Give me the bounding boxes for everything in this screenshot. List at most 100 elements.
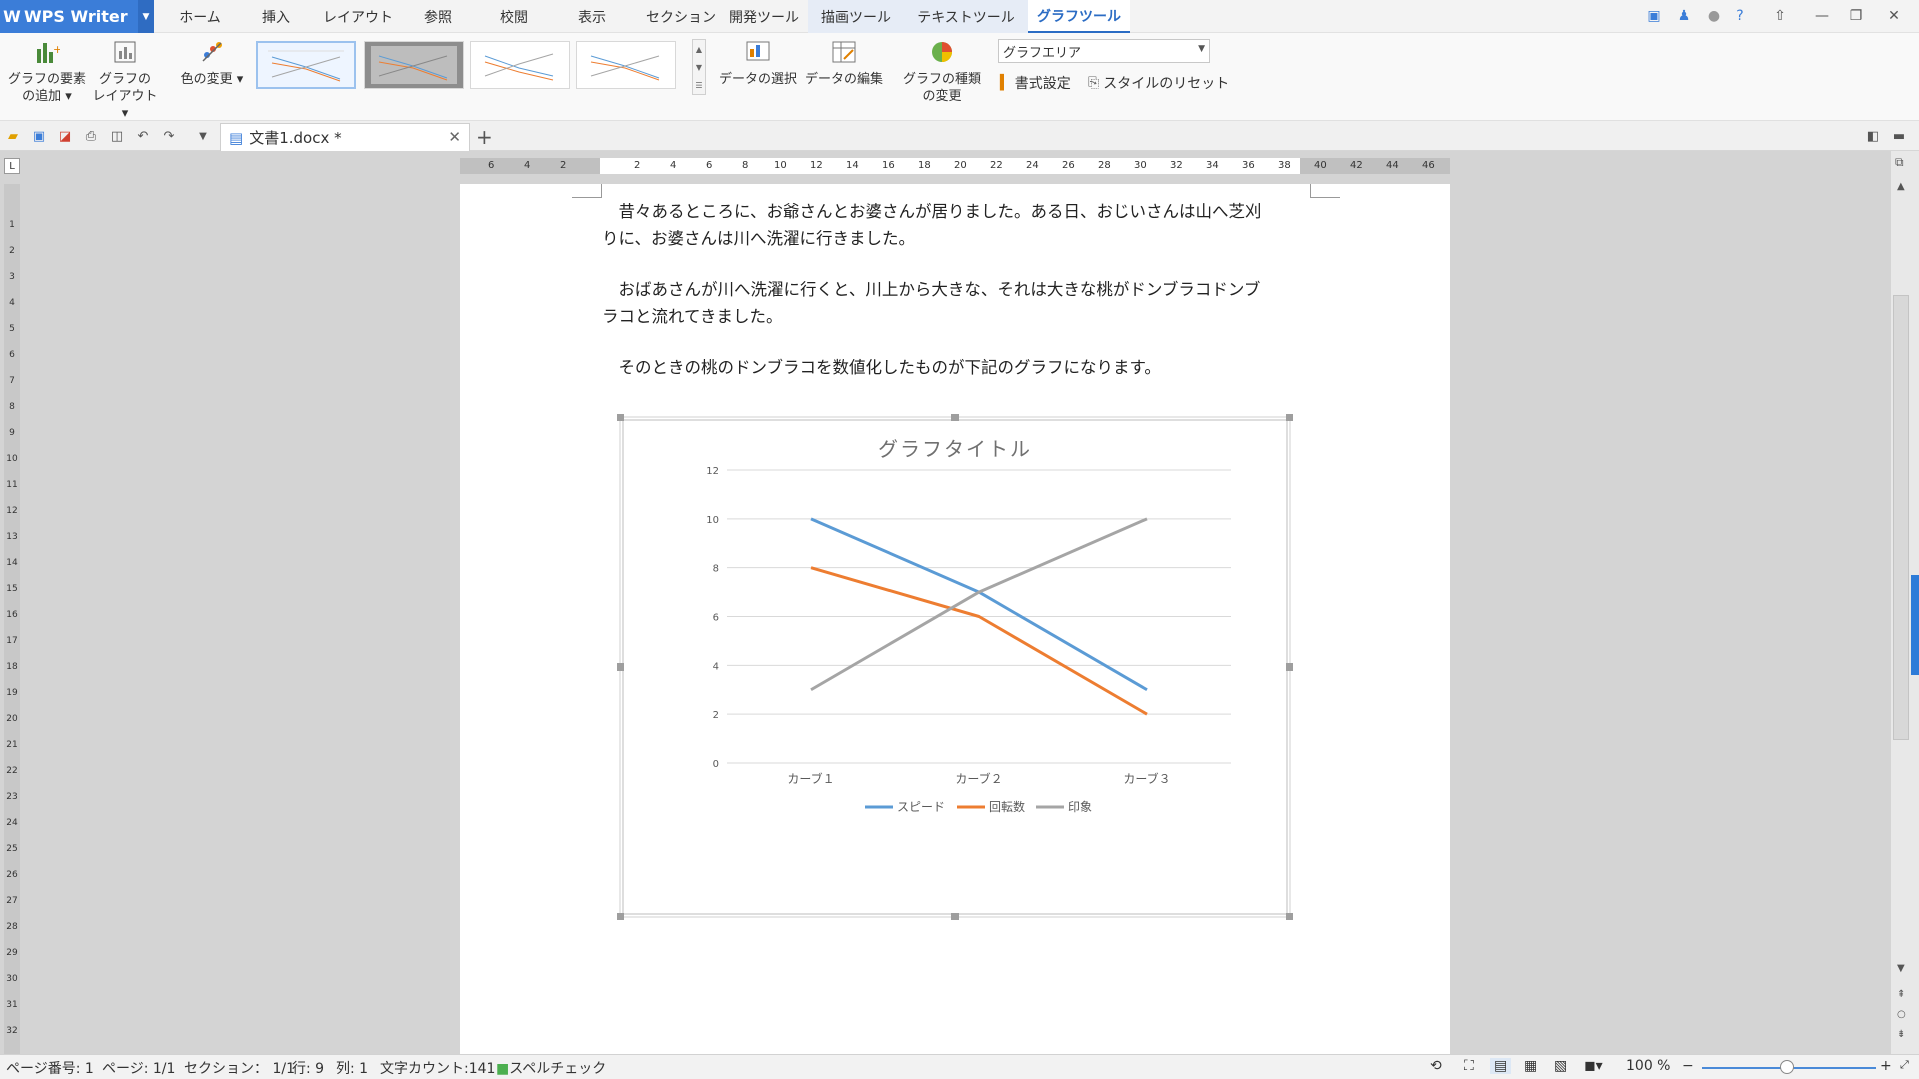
tab-text-tools[interactable]: テキストツール bbox=[904, 0, 1028, 33]
pie-chart-icon bbox=[932, 42, 952, 62]
print-icon[interactable]: ⎙ bbox=[82, 127, 100, 145]
chevron-down-icon[interactable]: ▼ bbox=[696, 63, 702, 72]
document-page[interactable]: 昔々あるところに、お爺さんとお婆さんが居りました。ある日、おじいさんは山へ芝刈 … bbox=[460, 184, 1450, 1054]
upload-icon[interactable]: ⇧ bbox=[1766, 4, 1794, 28]
tab-review[interactable]: 校閲 bbox=[484, 0, 544, 33]
eye-protect-icon[interactable]: ◼▾ bbox=[1584, 1058, 1603, 1074]
chart-title[interactable]: グラフタイトル bbox=[878, 437, 1032, 461]
chart-style-thumb-1[interactable] bbox=[256, 41, 356, 89]
y-tick-label: 8 bbox=[713, 564, 719, 575]
chart-style-thumb-2[interactable] bbox=[364, 41, 464, 89]
view-options-icon[interactable]: ⧉ bbox=[1895, 155, 1904, 170]
document-tab-bar: ▰ ▣ ◪ ⎙ ◫ ↶ ↷ ▼ ▤ 文書1.docx * ✕ + ◧ ▬ bbox=[0, 121, 1919, 151]
tab-view[interactable]: 表示 bbox=[562, 0, 622, 33]
next-page-icon[interactable]: ⇟ bbox=[1897, 1029, 1905, 1040]
side-panel-tab[interactable] bbox=[1911, 575, 1919, 675]
change-color-button[interactable]: 色の変更 ▾ bbox=[172, 39, 252, 88]
save-icon[interactable]: ▣ bbox=[30, 127, 48, 145]
status-word-count[interactable]: 文字カウント:141 bbox=[380, 1058, 495, 1078]
paragraph-2[interactable]: おばあさんが川へ洗濯に行くと、川上から大きな、それは大きな桃がドンブラコドンブ … bbox=[602, 276, 1314, 330]
tab-stop-selector[interactable]: L bbox=[4, 158, 20, 174]
print-layout-icon[interactable]: ▤ bbox=[1490, 1058, 1512, 1074]
zoom-slider-thumb[interactable] bbox=[1780, 1060, 1794, 1074]
redo-icon[interactable]: ↷ bbox=[160, 127, 178, 145]
paragraph-1[interactable]: 昔々あるところに、お爺さんとお婆さんが居りました。ある日、おじいさんは山へ芝刈 … bbox=[602, 198, 1314, 252]
customize-toolbar-icon[interactable]: ▼ bbox=[194, 127, 212, 145]
chart-layout-button[interactable]: グラフの レイアウト ▾ bbox=[88, 39, 162, 122]
zoom-out-icon[interactable]: − bbox=[1682, 1058, 1694, 1074]
tab-chart-tools[interactable]: グラフツール bbox=[1028, 0, 1130, 33]
resize-handle bbox=[951, 913, 959, 921]
horizontal-ruler[interactable]: 6 4 2 2 4 6 8 10 12 14 16 18 20 22 24 26… bbox=[460, 158, 1450, 174]
browse-object-icon[interactable]: ○ bbox=[1897, 1009, 1906, 1020]
resize-handle bbox=[616, 913, 624, 921]
y-tick-label: 6 bbox=[713, 613, 719, 624]
chevron-up-icon[interactable]: ▲ bbox=[696, 45, 702, 54]
tab-layout[interactable]: レイアウト bbox=[318, 0, 398, 33]
status-row: 行: 9 bbox=[292, 1061, 325, 1077]
check-icon: ■ bbox=[496, 1061, 510, 1077]
web-layout-icon[interactable]: ▦ bbox=[1524, 1058, 1537, 1074]
help-icon[interactable]: ? bbox=[1726, 4, 1754, 28]
y-tick-label: 2 bbox=[713, 710, 719, 721]
app-menu-button[interactable]: W WPS Writer ▼ bbox=[0, 0, 154, 33]
options-icon[interactable]: ▬ bbox=[1890, 127, 1908, 145]
chart-area-border bbox=[622, 419, 1288, 915]
select-data-button[interactable]: データの選択 bbox=[718, 39, 798, 88]
status-page-number: ページ番号: 1 bbox=[6, 1061, 94, 1077]
scroll-down-icon[interactable]: ▼ bbox=[1897, 963, 1905, 974]
close-icon[interactable]: ✕ bbox=[1880, 4, 1908, 28]
zoom-level[interactable]: 100 % bbox=[1626, 1058, 1670, 1074]
minimize-icon[interactable]: — bbox=[1808, 4, 1836, 28]
vertical-ruler[interactable]: 1 2 3 4 5 6 7 8 9 10 11 12 13 14 15 16 1… bbox=[4, 184, 20, 1054]
undo-icon[interactable]: ↶ bbox=[134, 127, 152, 145]
chart-object[interactable]: グラフタイトル 0 2 4 6 8 10 12 カーブ１ カーブ２ カーブ３ スピード 回転数 印象 bbox=[616, 413, 1294, 921]
svg-text:+: + bbox=[53, 43, 60, 56]
change-chart-type-button[interactable]: グラフの種類 の変更 bbox=[894, 39, 990, 105]
spell-check-status[interactable]: ■スペルチェック bbox=[496, 1058, 606, 1078]
chart-style-thumb-3[interactable] bbox=[470, 41, 570, 89]
chart-style-thumb-4[interactable] bbox=[576, 41, 676, 89]
style-gallery-scroll[interactable]: ▲ ▼ ☰ bbox=[692, 39, 706, 95]
user-icon[interactable]: ● bbox=[1700, 4, 1728, 28]
tab-reference[interactable]: 参照 bbox=[408, 0, 468, 33]
document-tab-title: 文書1.docx * bbox=[249, 129, 342, 147]
wps-writer-window: W WPS Writer ▼ ホーム 挿入 レイアウト 参照 校閲 表示 セクシ… bbox=[0, 0, 1919, 1079]
cloud-icon[interactable]: ▣ bbox=[1640, 4, 1668, 28]
menu-bar: W WPS Writer ▼ ホーム 挿入 レイアウト 参照 校閲 表示 セクシ… bbox=[0, 0, 1919, 33]
paragraph-3[interactable]: そのときの桃のドンブラコを数値化したものが下記のグラフになります。 bbox=[602, 354, 1314, 381]
skin-icon[interactable]: ♟ bbox=[1670, 4, 1698, 28]
tab-home[interactable]: ホーム bbox=[166, 0, 234, 33]
wps-logo-icon: W bbox=[3, 7, 21, 26]
restore-icon[interactable]: ❐ bbox=[1842, 4, 1870, 28]
edit-data-button[interactable]: データの編集 bbox=[804, 39, 884, 88]
fullscreen-icon[interactable]: ⛶ bbox=[1464, 1058, 1474, 1074]
format-settings-button[interactable]: ▍ 書式設定 bbox=[1000, 73, 1071, 93]
close-tab-icon[interactable]: ✕ bbox=[448, 128, 461, 146]
scrollbar-thumb[interactable] bbox=[1893, 295, 1909, 740]
app-menu-arrow-icon[interactable]: ▼ bbox=[138, 0, 154, 33]
chart-element-select[interactable]: グラフエリア ▼ bbox=[998, 39, 1210, 63]
document-tab[interactable]: ▤ 文書1.docx * ✕ bbox=[220, 123, 470, 151]
print-preview-icon[interactable]: ◫ bbox=[108, 127, 126, 145]
resize-handle bbox=[1286, 413, 1294, 421]
prev-page-icon[interactable]: ⇞ bbox=[1897, 989, 1905, 1000]
read-mode-icon[interactable]: ▧ bbox=[1554, 1058, 1567, 1074]
export-pdf-icon[interactable]: ◪ bbox=[56, 127, 74, 145]
add-chart-element-button[interactable]: + グラフの要素 の追加 ▾ bbox=[6, 39, 88, 105]
resize-handle bbox=[1286, 913, 1294, 921]
scroll-up-icon[interactable]: ▲ bbox=[1897, 181, 1905, 192]
fit-window-icon[interactable]: ⤢ bbox=[1900, 1058, 1909, 1072]
tab-insert[interactable]: 挿入 bbox=[246, 0, 306, 33]
zoom-in-icon[interactable]: + bbox=[1880, 1058, 1892, 1074]
reset-style-button[interactable]: ⎘ スタイルのリセット bbox=[1088, 73, 1229, 93]
line-chart[interactable]: グラフタイトル 0 2 4 6 8 10 12 カーブ１ カーブ２ カーブ３ スピード 回転数 印象 bbox=[616, 413, 1294, 921]
tab-drawing-tools[interactable]: 描画ツール bbox=[808, 0, 904, 33]
open-icon[interactable]: ▰ bbox=[4, 127, 22, 145]
history-icon[interactable]: ⟲ bbox=[1430, 1058, 1442, 1074]
tab-section[interactable]: セクション bbox=[636, 0, 726, 33]
more-icon[interactable]: ☰ bbox=[695, 81, 702, 90]
sidebar-toggle-icon[interactable]: ◧ bbox=[1864, 127, 1882, 145]
tab-developer[interactable]: 開発ツール bbox=[720, 0, 808, 33]
new-tab-icon[interactable]: + bbox=[476, 125, 493, 149]
